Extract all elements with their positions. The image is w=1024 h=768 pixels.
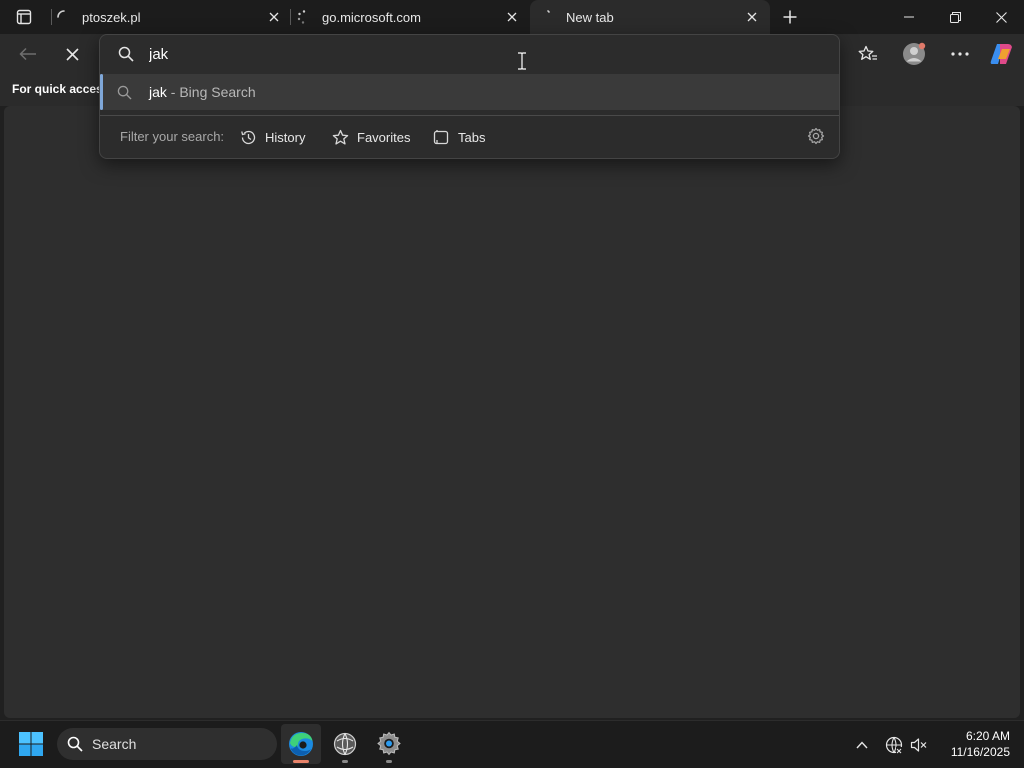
back-button[interactable]: [12, 38, 44, 70]
favorites-star-list-icon: [858, 45, 877, 60]
minimize-button[interactable]: [886, 0, 932, 34]
search-settings-button[interactable]: [807, 127, 825, 145]
taskbar-clock[interactable]: 6:20 AM 11/16/2025: [940, 728, 1010, 760]
app-running-indicator: [386, 760, 392, 763]
taskbar-search[interactable]: Search: [57, 728, 277, 760]
more-dots-icon: [951, 52, 969, 56]
tab-actions-icon: [16, 9, 32, 25]
copilot-icon: [990, 44, 1012, 64]
tab-close-icon[interactable]: [500, 5, 524, 29]
clock-date: 11/16/2025: [950, 745, 1010, 759]
copilot-button[interactable]: [986, 38, 1018, 70]
favorites-bar-hint: For quick access: [12, 82, 110, 96]
back-arrow-icon: [19, 47, 36, 61]
app-running-indicator: [342, 760, 348, 763]
loading-spinner-icon: [56, 9, 72, 25]
tab-close-icon[interactable]: [740, 5, 764, 29]
taskbar-app-2[interactable]: [325, 724, 365, 764]
settings-gear-icon: [377, 731, 401, 756]
address-input[interactable]: [149, 44, 509, 64]
tab-separator: [290, 9, 291, 25]
dropdown-divider: [100, 115, 839, 116]
plus-icon: [783, 10, 797, 24]
avatar-icon: [903, 42, 926, 65]
tab-actions-button[interactable]: [8, 4, 40, 30]
tab-title: New tab: [566, 9, 614, 25]
network-button[interactable]: [884, 735, 904, 755]
taskbar-edge[interactable]: [281, 724, 321, 764]
page-content: [4, 106, 1020, 718]
tab-close-icon[interactable]: [262, 5, 286, 29]
tab-title: go.microsoft.com: [322, 9, 421, 25]
profile-button[interactable]: [898, 38, 930, 70]
speaker-muted-icon: [910, 738, 927, 752]
minimize-icon: [904, 16, 914, 18]
filter-tabs-button[interactable]: Tabs: [433, 126, 485, 148]
clock-time: 6:20 AM: [965, 729, 1010, 743]
stop-loading-button[interactable]: [56, 38, 88, 70]
app-sphere-icon: [333, 732, 357, 756]
search-icon: [118, 46, 134, 62]
settings-more-button[interactable]: [944, 38, 976, 70]
new-tab-button[interactable]: [776, 3, 804, 31]
filter-favorites-button[interactable]: Favorites: [332, 126, 410, 148]
loading-dots-icon: [296, 9, 312, 25]
suggestion-search-icon: [117, 85, 132, 100]
globe-icon: [885, 736, 903, 754]
filter-favorites-label: Favorites: [357, 129, 411, 145]
taskbar-settings[interactable]: [369, 724, 409, 764]
tab-new-tab[interactable]: New tab: [530, 0, 770, 34]
edge-active-indicator: [293, 760, 309, 763]
suggestion-suffix: - Bing Search: [166, 84, 256, 100]
history-icon: [241, 130, 256, 144]
star-icon: [332, 129, 349, 145]
close-window-button[interactable]: [978, 0, 1024, 34]
filter-history-button[interactable]: History: [240, 126, 305, 148]
filter-label: Filter your search:: [120, 129, 225, 144]
restore-button[interactable]: [932, 0, 978, 34]
favorites-button[interactable]: [852, 38, 884, 70]
tab-title: ptoszek.pl: [82, 9, 141, 25]
filter-history-label: History: [265, 129, 306, 145]
suggestion-query: jak: [149, 84, 167, 100]
restore-icon: [949, 11, 961, 23]
edge-icon: [289, 732, 313, 756]
close-icon: [995, 11, 1007, 23]
start-button[interactable]: [18, 731, 46, 759]
show-hidden-icons-button[interactable]: [852, 735, 872, 755]
tab-ptoszek[interactable]: ptoszek.pl: [56, 0, 292, 34]
tab-separator: [51, 9, 52, 25]
search-icon: [67, 736, 83, 752]
suggestion-selection-indicator: [100, 74, 103, 110]
taskbar-search-label: Search: [92, 736, 137, 752]
gear-icon: [807, 127, 825, 145]
volume-button[interactable]: [909, 735, 929, 755]
tab-go-microsoft[interactable]: go.microsoft.com: [296, 0, 530, 34]
loading-spinner-icon: [540, 9, 556, 25]
chevron-up-icon: [856, 741, 868, 749]
stop-icon: [65, 47, 79, 61]
text-cursor-icon: [516, 52, 528, 70]
suggestion-text: jak - Bing Search: [149, 84, 256, 100]
tabs-icon: [433, 129, 449, 144]
filter-tabs-label: Tabs: [458, 129, 486, 145]
windows-logo-icon: [19, 732, 43, 756]
